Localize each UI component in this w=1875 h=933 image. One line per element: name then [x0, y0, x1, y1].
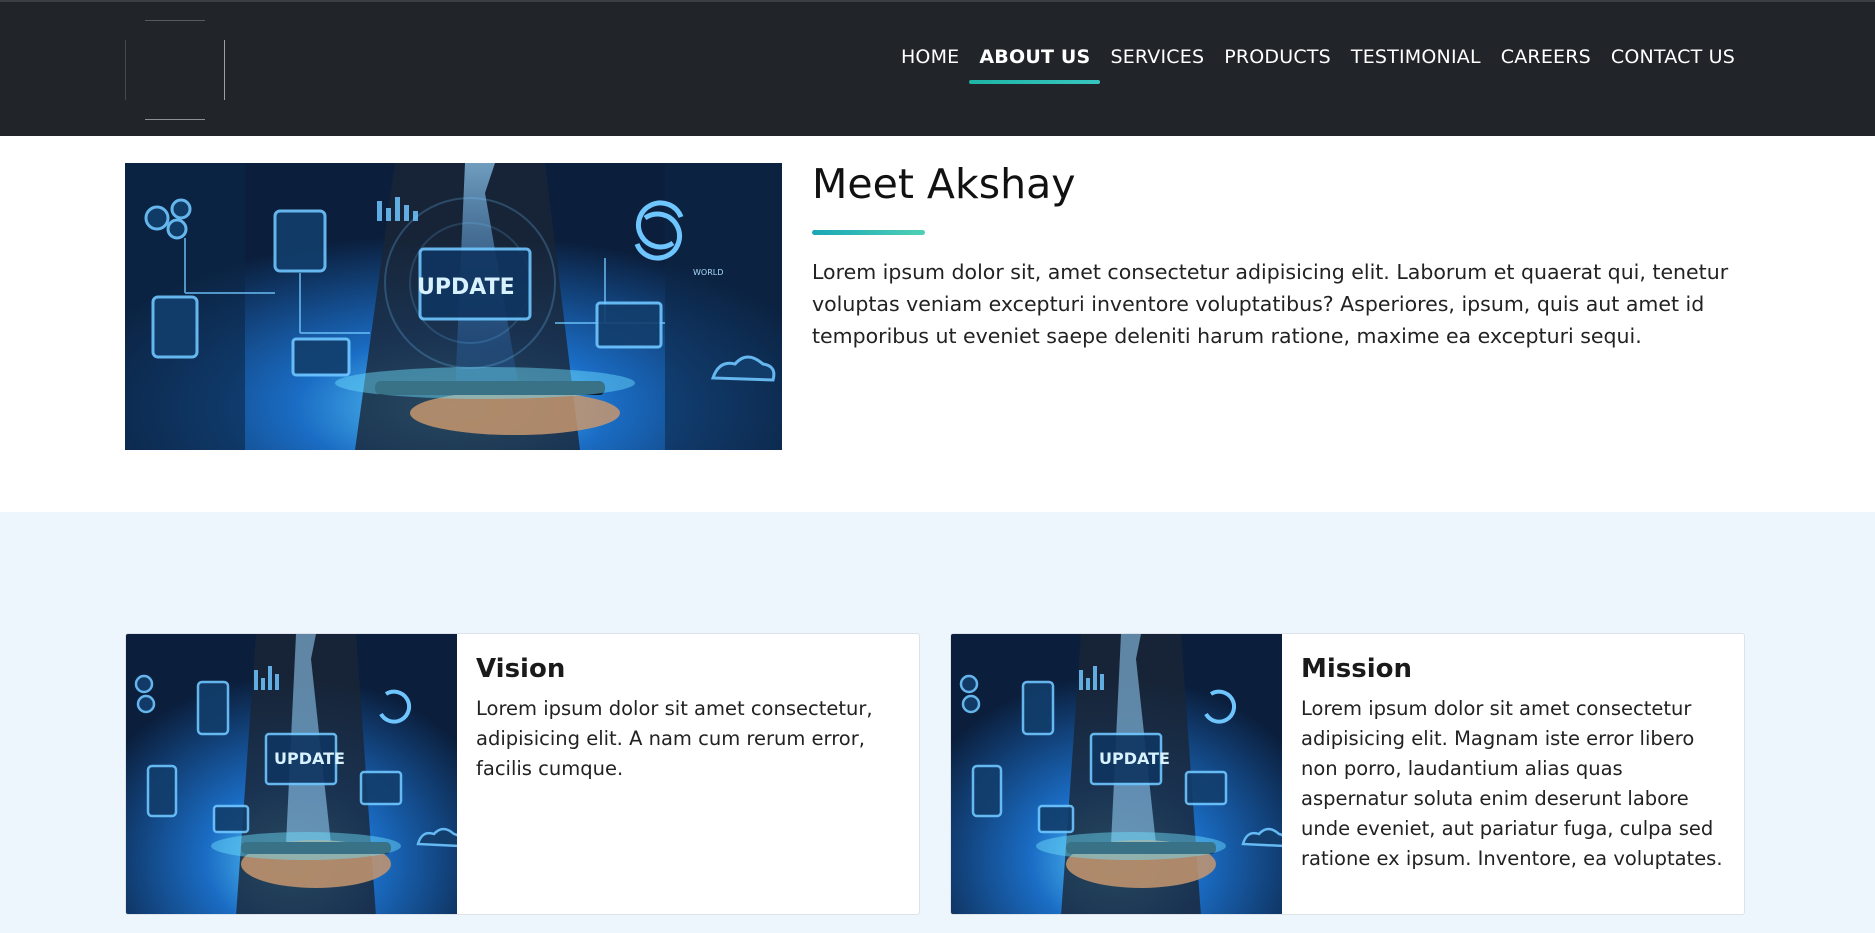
- navbar: HOME ABOUT US SERVICES PRODUCTS TESTIMON…: [0, 0, 1875, 136]
- nav-about-us[interactable]: ABOUT US: [969, 46, 1101, 84]
- page-title: Meet Akshay: [812, 160, 1076, 208]
- vision-image: UPDATE: [126, 634, 457, 914]
- mission-image-caption: UPDATE: [1099, 749, 1170, 768]
- mission-title: Mission: [1301, 654, 1413, 684]
- mission-text: Lorem ipsum dolor sit amet consectetur a…: [1301, 697, 1723, 870]
- nav-home[interactable]: HOME: [901, 46, 959, 78]
- mission-card: UPDATE Mission Lorem ipsum dolor sit ame…: [950, 633, 1745, 915]
- title-underline: [812, 230, 925, 235]
- logo[interactable]: [125, 20, 225, 120]
- vision-card: UPDATE Vision Lorem ipsum dolor sit amet…: [125, 633, 920, 915]
- vision-image-caption: UPDATE: [274, 749, 345, 768]
- about-hero-section: UPDATE WORLD Meet Akshay Lorem ipsum dol…: [0, 136, 1875, 512]
- hero-image: UPDATE WORLD: [125, 163, 782, 450]
- mission-image: UPDATE: [951, 634, 1282, 914]
- vision-title: Vision: [476, 654, 566, 684]
- nav-products[interactable]: PRODUCTS: [1224, 46, 1331, 78]
- hero-image-small-caption: WORLD: [693, 268, 723, 277]
- hero-description: Lorem ipsum dolor sit, amet consectetur …: [812, 260, 1729, 348]
- nav-testimonial[interactable]: TESTIMONIAL: [1351, 46, 1481, 78]
- nav-contact-us[interactable]: CONTACT US: [1611, 46, 1735, 78]
- hero-image-caption: UPDATE: [417, 275, 515, 300]
- nav-menu: HOME ABOUT US SERVICES PRODUCTS TESTIMON…: [901, 46, 1735, 84]
- nav-services[interactable]: SERVICES: [1110, 46, 1204, 78]
- nav-careers[interactable]: CAREERS: [1501, 46, 1591, 78]
- vision-text: Lorem ipsum dolor sit amet consectetur, …: [476, 697, 873, 780]
